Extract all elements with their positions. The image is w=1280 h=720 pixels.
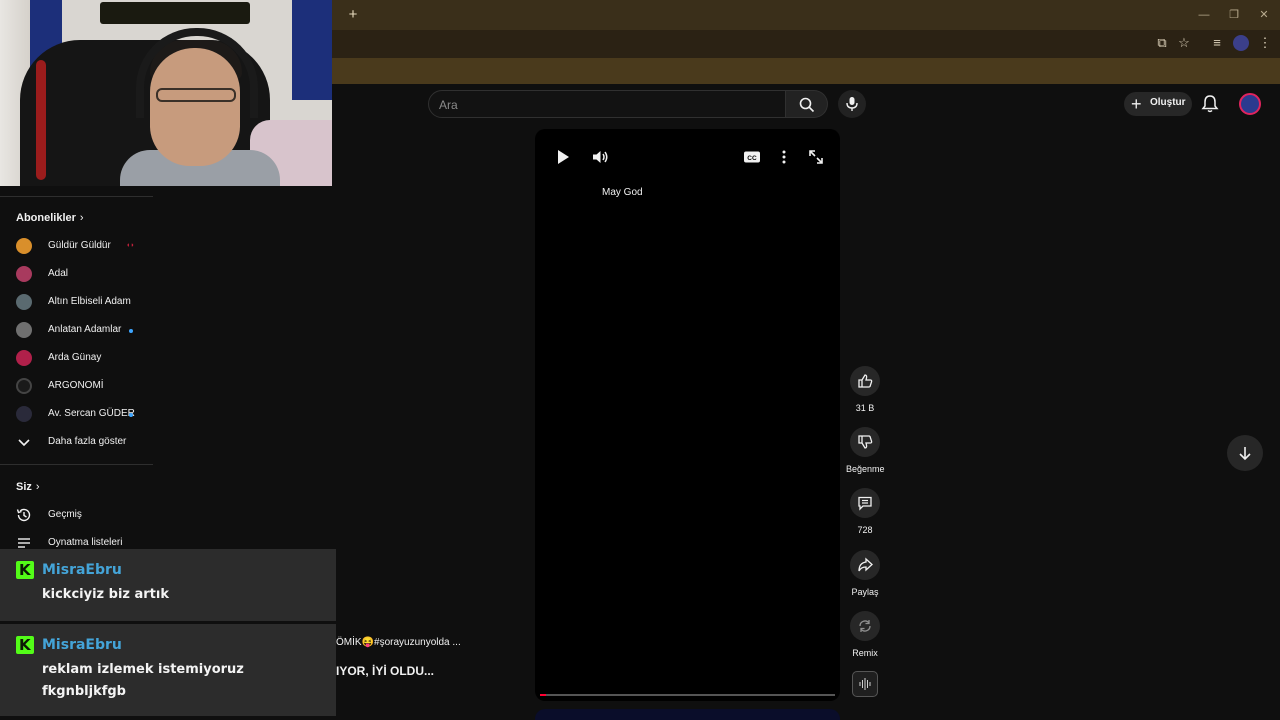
search-input[interactable] [439, 96, 769, 114]
search-box [428, 90, 786, 118]
sidebar-item-sercan-guder[interactable]: Av. Sercan GÜDER [0, 400, 153, 428]
search-button[interactable] [786, 90, 828, 118]
microphone-icon [846, 97, 858, 111]
more-options-icon[interactable] [775, 148, 793, 166]
video-progress-fill [540, 694, 546, 696]
channel-avatar [16, 238, 32, 254]
chat-text: kickciyiz biz artık [42, 587, 169, 602]
history-icon [16, 508, 31, 522]
comments-button[interactable]: 728 [846, 488, 884, 535]
kick-logo-icon: K [16, 636, 34, 654]
chat-text: reklam izlemek istemiyoruz fkgnbljkfgb [42, 662, 244, 699]
chat-username: MisraEbru [42, 637, 122, 653]
account-avatar[interactable] [1239, 93, 1261, 115]
captions-icon[interactable]: CC [743, 148, 761, 166]
next-short-preview[interactable] [535, 709, 840, 720]
remix-icon [859, 620, 871, 632]
wall-banner-image [100, 2, 250, 24]
sidebar-item-history[interactable]: Geçmiş [0, 501, 153, 529]
chevron-right-icon: › [35, 481, 40, 493]
profile-avatar-icon[interactable] [1233, 35, 1249, 51]
kick-logo-icon: K [16, 561, 34, 579]
next-video-button[interactable] [1227, 435, 1263, 471]
chat-message: K MisraEbru reklam izlemek istemiyoruz f… [0, 624, 336, 716]
webcam-overlay [0, 0, 332, 186]
share-label: Paylaş [851, 587, 879, 597]
live-indicator-icon: ◖◗ [126, 242, 135, 249]
divider [0, 464, 153, 465]
sidebar-item-anlatan-adamlar[interactable]: Anlatan Adamlar [0, 316, 153, 344]
show-more-button[interactable]: Daha fazla göster [0, 428, 153, 456]
channel-avatar [16, 294, 32, 310]
divider [0, 196, 153, 197]
arrow-down-icon [1239, 447, 1251, 461]
chat-message: K MisraEbru kickciyiz biz artık [0, 549, 336, 621]
volume-icon[interactable] [591, 148, 609, 166]
dislike-label: Beğenme [846, 464, 885, 474]
install-app-icon[interactable]: ⧉ [1154, 35, 1170, 51]
remix-label: Remix [852, 648, 878, 658]
video-caption: May God [602, 187, 643, 198]
restore-icon[interactable]: ❐ [1225, 6, 1243, 24]
sidebar-item-adal[interactable]: Adal [0, 260, 153, 288]
voice-search-button[interactable] [838, 90, 866, 118]
audio-wave-icon [859, 678, 871, 690]
subscriptions-header[interactable]: Abonelikler › [16, 212, 84, 224]
chat-username: MisraEbru [42, 562, 122, 578]
channel-avatar [16, 406, 32, 422]
new-content-dot [129, 329, 133, 333]
sidebar-item-altin-elbiseli-adam[interactable]: Altın Elbiseli Adam [0, 288, 153, 316]
video-title-fragment-2[interactable]: IYOR, İYİ OLDU... [336, 664, 434, 678]
video-progress-bar[interactable] [540, 694, 835, 696]
plus-icon: + [1131, 94, 1142, 114]
channel-avatar [16, 378, 32, 394]
browser-menu-icon[interactable]: ⋮ [1257, 35, 1273, 51]
sidebar-item-guldur-guldur[interactable]: Güldür Güldür ◖◗ [0, 232, 153, 260]
video-title-fragment[interactable]: ÖMİK😝#şorayuzunyolda ... [336, 637, 461, 648]
share-icon [858, 557, 873, 572]
notifications-button[interactable] [1200, 94, 1220, 114]
close-window-icon[interactable]: ✕ [1255, 6, 1273, 24]
chevron-down-icon [18, 439, 30, 447]
svg-text:CC: CC [747, 155, 757, 162]
create-label: Oluştur [1150, 97, 1186, 108]
channel-avatar [16, 266, 32, 282]
bookmark-star-icon[interactable]: ☆ [1176, 35, 1192, 51]
comment-count: 728 [857, 525, 873, 535]
search-icon [799, 97, 815, 113]
play-icon[interactable] [554, 148, 572, 166]
channel-avatar [16, 350, 32, 366]
minimize-icon[interactable]: — [1195, 6, 1213, 24]
new-tab-button[interactable]: + [344, 6, 362, 24]
fullscreen-icon[interactable] [807, 148, 825, 166]
media-controls-icon[interactable]: ≡ [1209, 35, 1225, 51]
like-count: 31 B [855, 403, 875, 413]
sound-source-button[interactable] [852, 671, 878, 697]
new-content-dot [129, 413, 133, 417]
dislike-button[interactable]: Beğenme [846, 427, 885, 474]
thumbs-up-icon [858, 374, 873, 388]
chevron-right-icon: › [79, 212, 84, 224]
thumbs-down-icon [858, 435, 873, 449]
sidebar-item-arda-gunay[interactable]: Arda Günay [0, 344, 153, 372]
create-button[interactable]: + Oluştur [1124, 92, 1192, 116]
share-button[interactable]: Paylaş [846, 550, 884, 597]
bell-icon [1201, 95, 1219, 113]
sidebar-item-argonomi[interactable]: ARGONOMİ [0, 372, 153, 400]
you-section-header[interactable]: Siz › [16, 481, 40, 493]
like-button[interactable]: 31 B [846, 366, 884, 413]
channel-avatar [16, 322, 32, 338]
remix-button[interactable]: Remix [846, 611, 884, 658]
comment-icon [858, 496, 872, 511]
shorts-video-player[interactable]: CC May God [535, 129, 840, 701]
